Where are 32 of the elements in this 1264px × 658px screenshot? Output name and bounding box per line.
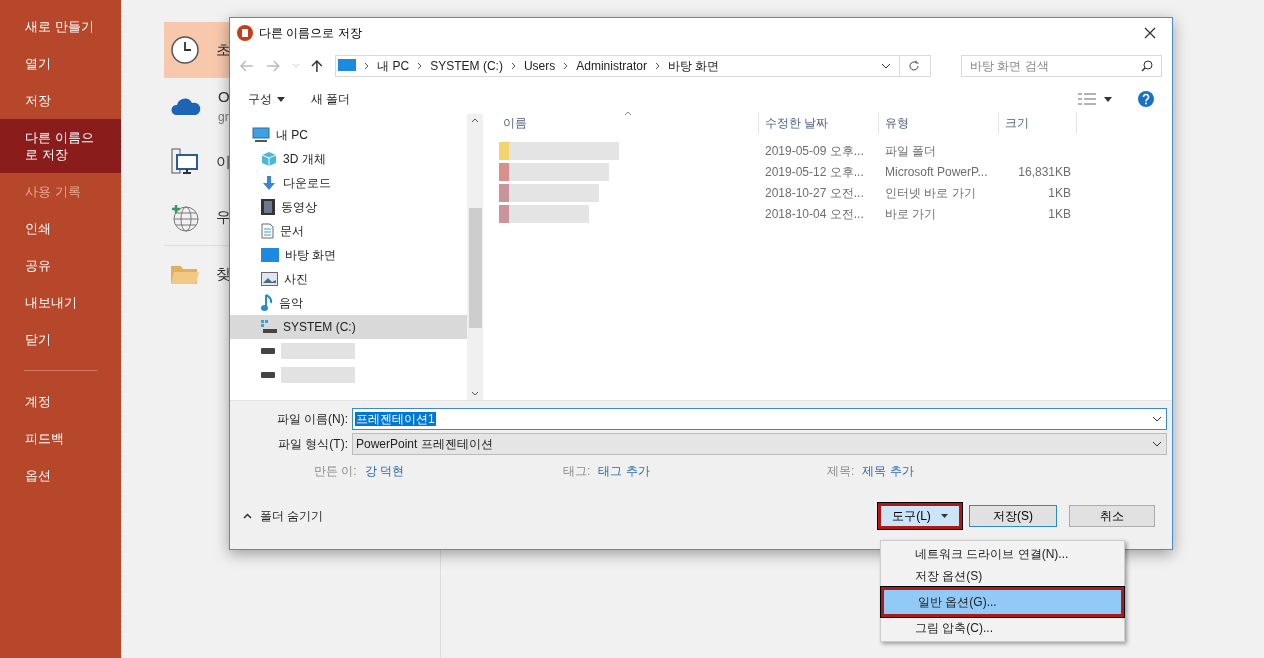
nav-label: SYSTEM (C:) [283, 319, 356, 336]
location-sublabel: gr [218, 109, 230, 127]
file-type: 바로 가기 [884, 205, 938, 223]
meta-label: 태그: [563, 463, 591, 480]
location-label: 찾 [216, 263, 231, 284]
file-type: 인터넷 바로 가기 [884, 184, 977, 202]
nav-label: 3D 개체 [283, 151, 326, 168]
modified-date: 2019-05-12 오후... [764, 163, 865, 181]
field-label: 파일 형식(T): [277, 435, 349, 453]
file-type: 파일 폴더 [884, 142, 938, 160]
location-label: O [218, 86, 230, 107]
file-size: 16,831KB [1018, 164, 1071, 179]
file-size: 1KB [1048, 185, 1071, 200]
modified-date: 2018-10-27 오전... [764, 184, 865, 202]
location-label: 이 [216, 151, 231, 172]
nav-label: 바탕 화면 [285, 247, 337, 264]
meta-label: 제목: [827, 463, 855, 480]
location-label: 초 [216, 39, 231, 60]
nav-label: 사진 [284, 271, 308, 288]
file-type: Microsoft PowerP... [884, 163, 989, 181]
file-size: 1KB [1048, 206, 1071, 221]
nav-label: 동영상 [281, 199, 317, 216]
location-label: 우 [216, 207, 231, 228]
nav-label: 음악 [279, 295, 303, 312]
nav-label: 문서 [280, 223, 304, 240]
modified-date: 2019-05-09 오후... [764, 142, 865, 160]
meta-label: 만든 이: [314, 463, 357, 480]
nav-label: 내 PC [276, 127, 308, 144]
modified-date: 2018-10-04 오전... [764, 205, 865, 223]
window-title: 다른 이름으로 저장 [259, 25, 362, 42]
field-label: 파일 이름(N): [275, 410, 349, 428]
nav-label: 다운로드 [283, 175, 331, 192]
